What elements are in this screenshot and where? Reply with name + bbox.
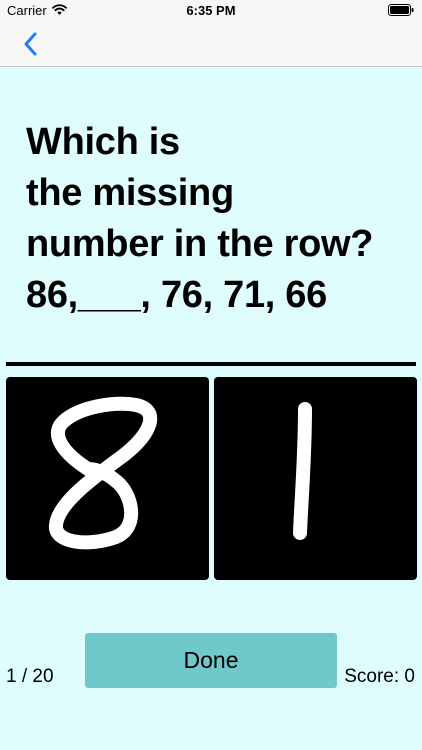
number-sequence: 86,___, 76, 71, 66 [26,274,327,316]
question-progress: 1 / 20 [6,666,54,687]
battery-icon [388,4,414,16]
status-bar: Carrier 6:35 PM [0,0,422,22]
question-line: Which is [26,121,180,163]
digit-pad-tens[interactable] [6,377,209,580]
digit-pad-ones[interactable] [214,377,417,580]
chevron-left-icon [24,32,37,56]
handwritten-digit-one [293,402,312,540]
question-text: Which is the missing number in the row? … [26,117,406,321]
divider [6,362,416,366]
navigation-bar [0,22,422,67]
handwritten-digit-eight [49,396,158,550]
question-line: number in the row? [26,223,374,265]
done-button[interactable]: Done [85,633,337,688]
question-line: the missing [26,172,234,214]
clock-time: 6:35 PM [186,3,236,18]
score-label: Score: 0 [344,666,415,687]
back-button[interactable] [18,29,48,59]
